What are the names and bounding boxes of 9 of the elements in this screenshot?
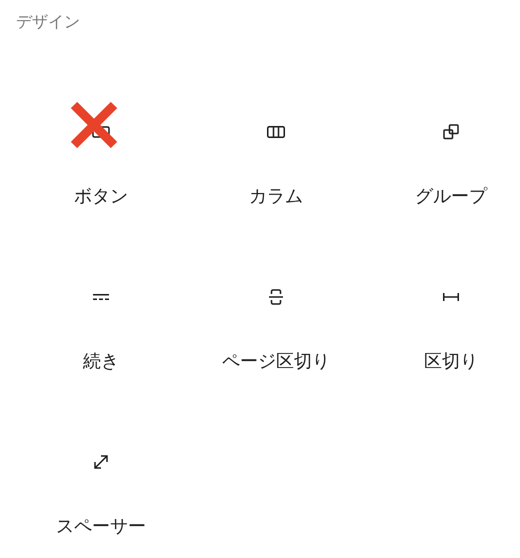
block-item[interactable]: スペーサー bbox=[31, 401, 171, 558]
block-item[interactable]: 区切り bbox=[381, 236, 520, 401]
category-heading: デザイン bbox=[16, 12, 80, 31]
block-item[interactable]: グループ bbox=[381, 71, 520, 236]
block-item[interactable]: ページ区切り bbox=[206, 236, 346, 401]
dashed-lines-icon bbox=[93, 294, 109, 300]
block-item[interactable]: カラム bbox=[206, 71, 346, 236]
block-item[interactable]: 続き bbox=[31, 236, 171, 401]
block-item[interactable]: ボタン bbox=[31, 71, 171, 236]
